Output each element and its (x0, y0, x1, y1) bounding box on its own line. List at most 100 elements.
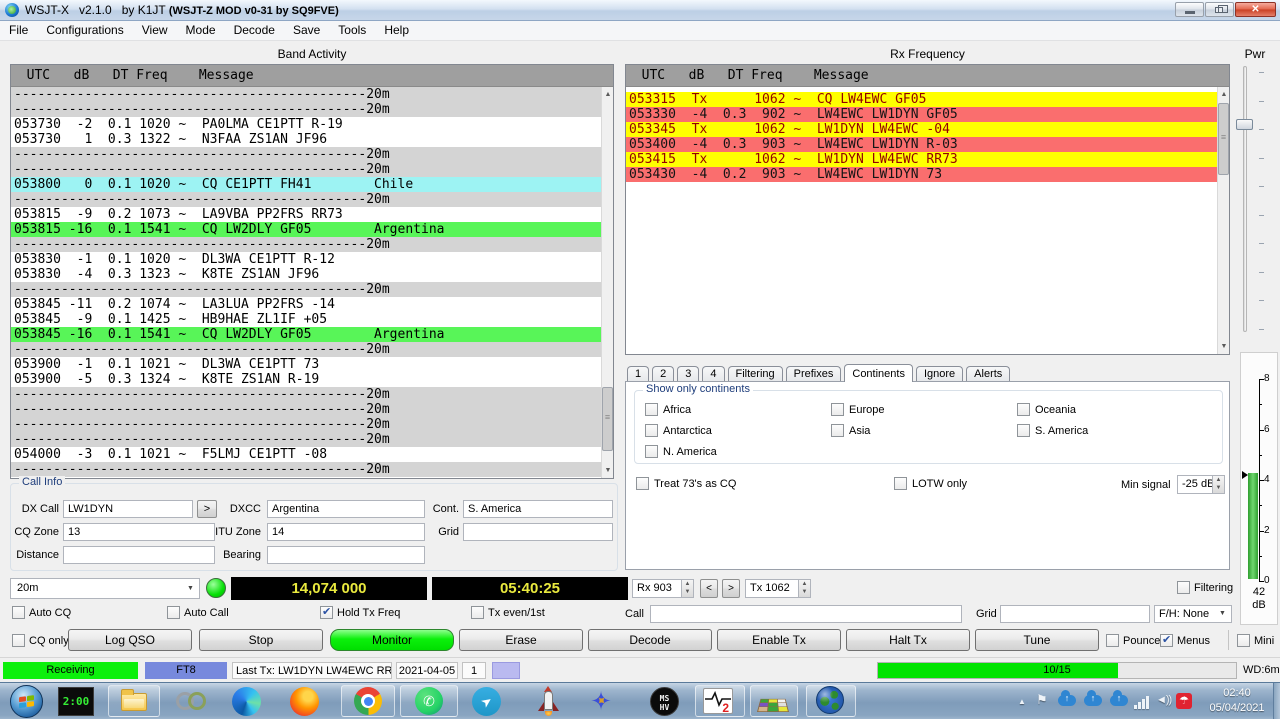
tune-button[interactable]: Tune (975, 629, 1099, 651)
bearing-field[interactable] (267, 546, 425, 564)
decode-row[interactable]: 053730 1 0.3 1322 ~ N3FAA ZS1AN JF96 (11, 132, 601, 147)
continent-oceania-checkbox[interactable]: Oceania (1017, 403, 1076, 416)
restore-button[interactable] (1205, 2, 1234, 17)
checkbox-box[interactable] (1160, 633, 1173, 647)
tray-flag-icon[interactable]: ⚑ (1036, 692, 1048, 708)
chrome-browser-icon[interactable] (354, 687, 382, 715)
whatsapp-icon[interactable]: ✆ (415, 687, 443, 715)
decode-row[interactable]: 053900 -5 0.3 1324 ~ K8TE ZS1AN R-19 (11, 372, 601, 387)
rx-offset-spinbox[interactable]: Rx 903 ▲ ▼ (632, 579, 694, 598)
checkbox-box[interactable] (894, 477, 907, 490)
checkbox-box[interactable] (1237, 634, 1250, 647)
period-separator-row[interactable]: ----------------------------------------… (11, 237, 601, 252)
continent-africa-checkbox[interactable]: Africa (645, 403, 691, 416)
decode-row[interactable]: 053330 -4 0.3 902 ~ LW4EWC LW1DYN GF05 (626, 107, 1217, 122)
decode-row[interactable]: 053830 -4 0.3 1323 ~ K8TE ZS1AN JF96 (11, 267, 601, 282)
scroll-down-icon[interactable]: ▼ (1219, 340, 1229, 353)
earth-globe-app-icon[interactable] (816, 686, 844, 714)
period-separator-row[interactable]: ----------------------------------------… (11, 102, 601, 117)
spinner-arrows-icon[interactable]: ▲ ▼ (798, 580, 810, 597)
itu-zone-field[interactable]: 14 (267, 523, 425, 541)
lotw-only-checkbox[interactable]: LOTW only (894, 477, 967, 490)
menu-view[interactable]: View (133, 21, 177, 40)
checkbox-box[interactable] (645, 424, 658, 437)
dx-call-field[interactable]: LW1DYN (63, 500, 193, 518)
scrollbar-thumb[interactable] (1218, 103, 1229, 175)
compass-star-app-icon[interactable]: ✦ (585, 686, 617, 717)
tx-to-rx-right-button[interactable]: > (722, 579, 740, 598)
fh-mode-select[interactable]: F/H: None ▼ (1154, 605, 1232, 623)
decode-row[interactable]: 053400 -4 0.3 903 ~ LW4EWC LW1DYN R-03 (626, 137, 1217, 152)
auto-cq-checkbox[interactable]: Auto CQ (12, 606, 71, 619)
mini-checkbox[interactable]: Mini (1237, 634, 1274, 647)
decode-row[interactable]: 053845 -16 0.1 1541 ~ CQ LW2DLY GF05 Arg… (11, 327, 601, 342)
edge-browser-icon[interactable] (232, 687, 261, 716)
show-desktop-button[interactable] (1273, 683, 1280, 719)
decode-row[interactable]: 053730 -2 0.1 1020 ~ PA0LMA CE1PTT R-19 (11, 117, 601, 132)
band-activity-scrollbar[interactable]: ▲ ▼ (601, 87, 613, 478)
period-separator-row[interactable]: ----------------------------------------… (11, 402, 601, 417)
decode-row[interactable]: 053315 Tx 1062 ~ CQ LW4EWC GF05 (626, 92, 1217, 107)
hold-tx-freq-checkbox[interactable]: Hold Tx Freq (320, 605, 400, 619)
call-input[interactable] (650, 605, 962, 623)
decode-row[interactable]: 053815 -9 0.2 1073 ~ LA9VBA PP2FRS RR73 (11, 207, 601, 222)
period-separator-row[interactable]: ----------------------------------------… (11, 87, 601, 102)
checkbox-box[interactable] (1017, 403, 1030, 416)
decode-row[interactable]: 053900 -1 0.1 1021 ~ DL3WA CE1PTT 73 (11, 357, 601, 372)
tab-3[interactable]: 3 (677, 366, 700, 382)
continent-europe-checkbox[interactable]: Europe (831, 403, 884, 416)
scrollbar-thumb[interactable] (602, 387, 613, 451)
tab-2[interactable]: 2 (652, 366, 675, 382)
checkbox-box[interactable] (636, 477, 649, 490)
checkbox-box[interactable] (645, 445, 658, 458)
tray-network-signal-icon[interactable] (1134, 696, 1152, 709)
tray-cloud-upload-icon[interactable] (1084, 690, 1102, 706)
continent-asia-checkbox[interactable]: Asia (831, 424, 870, 437)
grid-field[interactable] (463, 523, 613, 541)
spinner-arrows-icon[interactable]: ▲ ▼ (681, 580, 693, 597)
decode-row[interactable]: 053430 -4 0.2 903 ~ LW4EWC LW1DYN 73 (626, 167, 1217, 182)
tx-offset-spinbox[interactable]: Tx 1062 ▲ ▼ (745, 579, 811, 598)
period-separator-row[interactable]: ----------------------------------------… (11, 432, 601, 447)
file-explorer-icon[interactable] (121, 689, 147, 711)
continent-n-america-checkbox[interactable]: N. America (645, 445, 717, 458)
decode-row[interactable]: 053415 Tx 1062 ~ LW1DYN LW4EWC RR73 (626, 152, 1217, 167)
tab-filtering[interactable]: Filtering (727, 366, 783, 382)
continent-antarctica-checkbox[interactable]: Antarctica (645, 424, 712, 437)
decode-row[interactable]: 054000 -3 0.1 1021 ~ F5LMJ CE1PTT -08 (11, 447, 601, 462)
dxcc-field[interactable]: Argentina (267, 500, 425, 518)
tab-continents[interactable]: Continents (844, 364, 913, 382)
treat-73s-as-cq-checkbox[interactable]: Treat 73's as CQ (636, 477, 736, 490)
space-shuttle-app-icon[interactable] (530, 686, 566, 717)
decode-button[interactable]: Decode (588, 629, 712, 651)
period-separator-row[interactable]: ----------------------------------------… (11, 192, 601, 207)
period-separator-row[interactable]: ----------------------------------------… (11, 417, 601, 432)
decode-row[interactable]: 053845 -11 0.2 1074 ~ LA3LUA PP2FRS -14 (11, 297, 601, 312)
rings-app-icon[interactable] (188, 692, 206, 710)
period-separator-row[interactable]: ----------------------------------------… (11, 147, 601, 162)
firefox-browser-icon[interactable] (290, 687, 319, 716)
start-button[interactable] (10, 685, 43, 718)
tab-ignore[interactable]: Ignore (915, 366, 964, 382)
min-signal-spinbox[interactable]: -25 dB ▲ ▼ (1177, 475, 1225, 494)
decode-row[interactable]: 053830 -1 0.1 1020 ~ DL3WA CE1PTT R-12 (11, 252, 601, 267)
checkbox-box[interactable] (831, 424, 844, 437)
monitor-button[interactable]: Monitor (330, 629, 454, 651)
minimize-button[interactable] (1175, 2, 1204, 17)
period-separator-row[interactable]: ----------------------------------------… (11, 282, 601, 297)
decode-row[interactable]: 053815 -16 0.1 1541 ~ CQ LW2DLY GF05 Arg… (11, 222, 601, 237)
scroll-down-icon[interactable]: ▼ (603, 464, 613, 477)
decode-row[interactable]: 053345 Tx 1062 ~ LW1DYN LW4EWC -04 (626, 122, 1217, 137)
auto-call-checkbox[interactable]: Auto Call (167, 606, 229, 619)
cq-zone-field[interactable]: 13 (63, 523, 215, 541)
checkbox-box[interactable] (1106, 634, 1119, 647)
tab-prefixes[interactable]: Prefixes (785, 366, 842, 382)
checkbox-box[interactable] (320, 605, 333, 619)
tray-avira-icon[interactable]: ☂ (1176, 693, 1192, 709)
tray-cloud-upload-icon[interactable] (1110, 690, 1128, 706)
scroll-up-icon[interactable]: ▲ (603, 88, 613, 101)
grid-input[interactable] (1000, 605, 1150, 623)
menu-configurations[interactable]: Configurations (37, 21, 132, 40)
tx-even-checkbox[interactable]: Tx even/1st (471, 606, 545, 619)
title-bar[interactable]: WSJT-X v2.1.0 by K1JT (WSJT-Z MOD v0-31 … (0, 0, 1280, 21)
